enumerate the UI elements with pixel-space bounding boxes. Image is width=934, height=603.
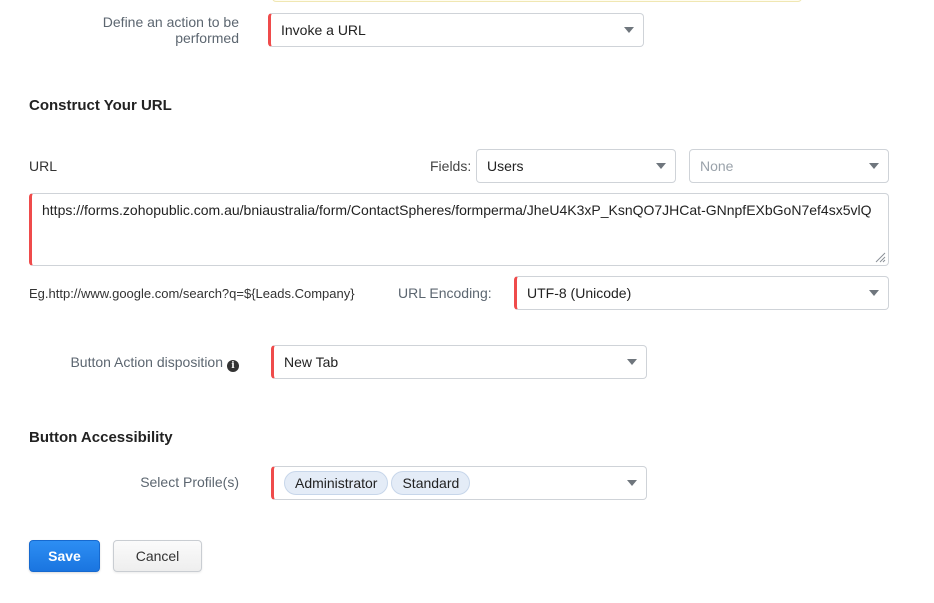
- chevron-down-icon: [869, 163, 879, 169]
- fields-module-value: Users: [487, 158, 524, 174]
- chevron-down-icon: [627, 480, 637, 486]
- action-select-value: Invoke a URL: [281, 22, 366, 38]
- url-label: URL: [29, 158, 58, 174]
- url-textarea-value: https://forms.zohopublic.com.au/bniaustr…: [42, 202, 872, 218]
- disposition-label-wrap: Button Action disposition i: [40, 354, 239, 372]
- info-icon[interactable]: i: [227, 360, 239, 372]
- fields-label: Fields:: [430, 158, 472, 174]
- custom-button-form: Define an action to be performed Invoke …: [0, 0, 934, 603]
- fields-field-select[interactable]: None: [689, 149, 889, 183]
- url-encoding-select[interactable]: UTF-8 (Unicode): [514, 276, 889, 310]
- action-select[interactable]: Invoke a URL: [268, 13, 644, 47]
- chevron-down-icon: [869, 290, 879, 296]
- url-example-hint: Eg.http://www.google.com/search?q=${Lead…: [29, 286, 355, 301]
- url-encoding-value: UTF-8 (Unicode): [527, 285, 632, 301]
- profiles-label: Select Profile(s): [140, 474, 239, 490]
- fields-field-value: None: [700, 158, 734, 174]
- disposition-label: Button Action disposition: [70, 354, 223, 370]
- chevron-down-icon: [627, 359, 637, 365]
- section-title-construct-url: Construct Your URL: [29, 97, 172, 114]
- disposition-select[interactable]: New Tab: [271, 345, 647, 379]
- url-encoding-label: URL Encoding:: [398, 285, 492, 301]
- disposition-value: New Tab: [284, 354, 339, 370]
- profile-chip-administrator[interactable]: Administrator: [284, 471, 389, 495]
- previous-field-edge: [272, 0, 802, 2]
- chevron-down-icon: [656, 163, 666, 169]
- fields-module-select[interactable]: Users: [476, 149, 676, 183]
- save-button[interactable]: Save: [29, 540, 100, 572]
- chevron-down-icon: [624, 27, 634, 33]
- action-label: Define an action to be performed: [102, 14, 239, 46]
- resize-handle-icon[interactable]: [874, 251, 886, 263]
- section-title-accessibility: Button Accessibility: [29, 429, 173, 446]
- cancel-button[interactable]: Cancel: [113, 540, 202, 572]
- profiles-multiselect[interactable]: Administrator Standard: [271, 466, 647, 500]
- profile-chip-standard[interactable]: Standard: [391, 471, 471, 495]
- url-textarea[interactable]: https://forms.zohopublic.com.au/bniaustr…: [29, 193, 889, 266]
